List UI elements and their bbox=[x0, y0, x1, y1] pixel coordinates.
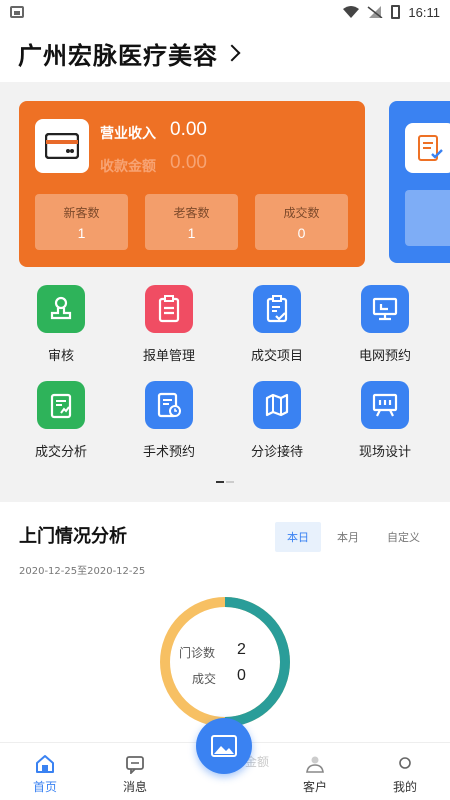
document-check-icon bbox=[405, 123, 450, 173]
grid-item-audit[interactable]: 审核 bbox=[7, 285, 115, 364]
image-icon bbox=[211, 735, 237, 757]
stat-deals[interactable]: 成交数 0 bbox=[255, 194, 348, 250]
grid-label: 分诊接待 bbox=[250, 445, 303, 460]
credit-card-icon bbox=[35, 119, 89, 173]
donut-ring bbox=[160, 597, 290, 727]
profile-icon bbox=[399, 757, 411, 769]
grid-label: 审核 bbox=[47, 349, 74, 364]
document-analysis-icon bbox=[37, 381, 85, 429]
stat-value: 1 bbox=[187, 224, 196, 241]
monitor-icon bbox=[361, 285, 409, 333]
floating-action-button[interactable] bbox=[196, 718, 252, 774]
stat-value: 1 bbox=[77, 224, 86, 241]
revenue-card[interactable]: 营业收入 0.00 收款金额 0.00 新客数 1 老客数 1 成交数 0 bbox=[19, 101, 365, 267]
nav-home[interactable]: 首页 bbox=[10, 743, 80, 800]
grid-item-triage-reception[interactable]: 分诊接待 bbox=[223, 381, 331, 460]
revenue-label: 营业收入 bbox=[100, 126, 156, 142]
nav-label: 消息 bbox=[122, 780, 147, 794]
stat-value: 0 bbox=[297, 224, 306, 241]
donut-value-deals: 0 bbox=[237, 667, 246, 684]
page-dot-active bbox=[216, 481, 224, 483]
nav-profile[interactable]: 我的 bbox=[370, 743, 440, 800]
period-tabs: 本日 本月 自定义 bbox=[275, 522, 432, 552]
date-range: 2020-12-25至2020-12-25 bbox=[19, 566, 146, 577]
nav-customers[interactable]: 客户 bbox=[280, 743, 350, 800]
customer-icon bbox=[306, 756, 324, 773]
home-icon bbox=[36, 755, 54, 773]
tab-this-month[interactable]: 本月 bbox=[325, 522, 371, 552]
header[interactable]: 广州宏脉医疗美容 bbox=[0, 24, 450, 82]
stat-returning-customers[interactable]: 老客数 1 bbox=[145, 194, 238, 250]
grid-item-onsite-design[interactable]: 现场设计 bbox=[331, 381, 439, 460]
grid-label: 成交项目 bbox=[250, 349, 303, 364]
donut-label-visits: 门诊数 bbox=[179, 646, 216, 660]
page-indicator bbox=[216, 481, 234, 483]
stat-new-customers[interactable]: 新客数 1 bbox=[35, 194, 128, 250]
status-time: 16:11 bbox=[408, 4, 440, 20]
clipboard-icon bbox=[145, 285, 193, 333]
signal-icon bbox=[367, 6, 383, 18]
donut-label-deals: 成交 bbox=[192, 672, 217, 686]
grid-item-order-management[interactable]: 报单管理 bbox=[115, 285, 223, 364]
tab-custom[interactable]: 自定义 bbox=[375, 522, 432, 552]
nav-label: 我的 bbox=[392, 780, 417, 794]
nav-label: 客户 bbox=[302, 780, 327, 794]
nav-messages[interactable]: 消息 bbox=[100, 743, 170, 800]
message-icon bbox=[126, 756, 144, 774]
page-title[interactable]: 广州宏脉医疗美容 bbox=[18, 36, 218, 71]
revenue-value: 0.00 bbox=[170, 119, 207, 140]
gallery-notification-icon bbox=[10, 6, 24, 18]
section-title: 上门情况分析 bbox=[19, 526, 127, 547]
grid-item-deal-analysis[interactable]: 成交分析 bbox=[7, 381, 115, 460]
visit-analysis-panel: 上门情况分析 本日 本月 自定义 2020-12-25至2020-12-25 门… bbox=[0, 502, 450, 742]
collection-label: 收款金额 bbox=[100, 159, 156, 175]
status-bar: 16:11 bbox=[0, 0, 450, 24]
status-right: 16:11 bbox=[343, 5, 440, 20]
summary-cards: 营业收入 0.00 收款金额 0.00 新客数 1 老客数 1 成交数 0 bbox=[0, 82, 450, 270]
stat-label: 老客数 bbox=[173, 205, 210, 220]
tab-today[interactable]: 本日 bbox=[275, 522, 321, 552]
secondary-card[interactable] bbox=[389, 101, 450, 263]
grid-label: 手术预约 bbox=[142, 445, 195, 460]
stamp-icon bbox=[37, 285, 85, 333]
grid-label: 成交分析 bbox=[34, 445, 87, 460]
grid-item-deal-projects[interactable]: 成交项目 bbox=[223, 285, 331, 364]
battery-icon bbox=[391, 5, 401, 19]
stat-label: 新客数 bbox=[63, 205, 100, 220]
stat-label: 成交数 bbox=[283, 205, 320, 220]
clipboard-check-icon bbox=[253, 285, 301, 333]
grid-item-surgery-booking[interactable]: 手术预约 bbox=[115, 381, 223, 460]
nav-label: 首页 bbox=[32, 780, 57, 794]
grid-label: 报单管理 bbox=[142, 349, 195, 364]
grid-label: 现场设计 bbox=[358, 445, 411, 460]
wifi-icon bbox=[343, 6, 360, 18]
map-icon bbox=[253, 381, 301, 429]
page-dot bbox=[226, 481, 234, 483]
collection-value: 0.00 bbox=[170, 152, 207, 173]
feature-grid: 审核 报单管理 成交项目 电网预约 成交分析 手术预约 分诊接待 现场设计 bbox=[0, 270, 450, 492]
chevron-right-icon[interactable] bbox=[223, 44, 241, 62]
donut-value-visits: 2 bbox=[237, 641, 246, 658]
secondary-card-stat bbox=[405, 190, 450, 246]
presentation-board-icon bbox=[361, 381, 409, 429]
visit-donut-chart: 门诊数 2 成交 0 bbox=[159, 596, 291, 728]
document-clock-icon bbox=[145, 381, 193, 429]
grid-item-online-booking[interactable]: 电网预约 bbox=[331, 285, 439, 364]
grid-label: 电网预约 bbox=[358, 349, 411, 364]
